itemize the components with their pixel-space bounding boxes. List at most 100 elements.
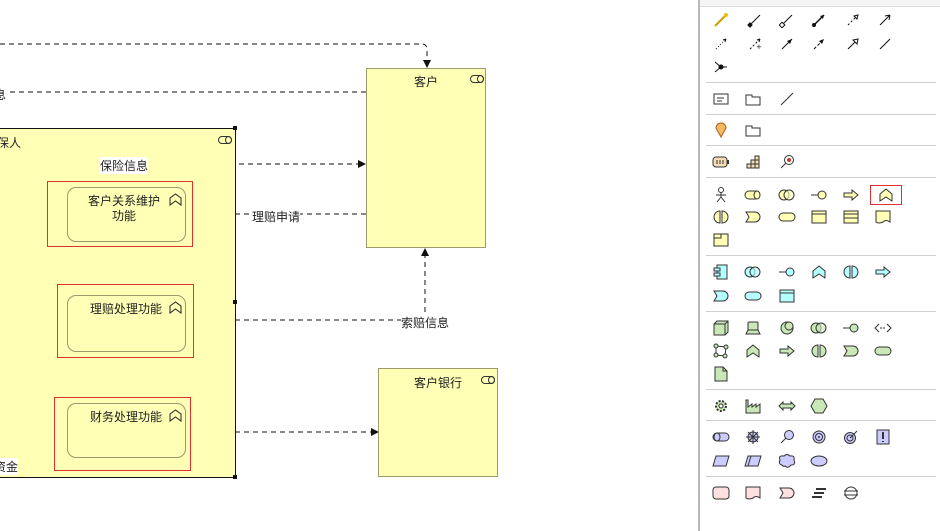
grouping-tool[interactable] — [742, 120, 764, 140]
palette-separator — [706, 476, 936, 477]
customer-bank-role-box[interactable]: 客户银行 — [378, 368, 498, 477]
artifact-tool[interactable] — [710, 364, 732, 384]
assessment-tool[interactable] — [776, 427, 798, 447]
edge-label-claim-info: 索赔信息 — [401, 314, 450, 331]
business-role-icon — [481, 376, 495, 384]
business-role-icon — [218, 136, 232, 144]
product-tool[interactable] — [710, 230, 732, 250]
application-event-tool[interactable] — [710, 286, 732, 306]
serving-tool[interactable] — [874, 10, 896, 30]
realization-tool[interactable] — [842, 10, 864, 30]
capability-tool[interactable] — [742, 152, 764, 172]
flow-top-to-customer — [0, 43, 431, 68]
application-process-tool[interactable] — [872, 262, 894, 282]
application-interface-tool[interactable] — [776, 262, 798, 282]
equipment-tool[interactable] — [710, 396, 732, 416]
data-object-tool[interactable] — [776, 286, 798, 306]
technology-process-tool[interactable] — [776, 341, 798, 361]
note-tool[interactable] — [710, 89, 732, 109]
palette-separator — [706, 420, 936, 421]
specialization-tool[interactable] — [842, 34, 864, 54]
customer-bank-title: 客户银行 — [414, 376, 463, 390]
application-collaboration-tool[interactable] — [742, 262, 764, 282]
requirement-tool[interactable] — [710, 451, 732, 471]
gap-tool[interactable] — [840, 483, 862, 503]
junction-tool[interactable] — [710, 57, 732, 77]
magic-connector-tool[interactable] — [710, 10, 732, 30]
application-service-tool[interactable] — [742, 286, 764, 306]
plateau-tool[interactable] — [808, 483, 830, 503]
business-function-icon — [169, 193, 182, 206]
association-tool[interactable] — [874, 34, 896, 54]
implementation-event-tool[interactable] — [776, 483, 798, 503]
business-event-tool[interactable] — [742, 207, 764, 227]
business-role-tool[interactable] — [742, 185, 764, 205]
technology-interaction-tool[interactable] — [808, 341, 830, 361]
value-tool[interactable] — [808, 451, 830, 471]
resource-tool[interactable] — [710, 152, 732, 172]
triggering-tool[interactable] — [776, 34, 798, 54]
group-tool[interactable] — [742, 89, 764, 109]
access-tool[interactable] — [710, 34, 732, 54]
application-interaction-tool[interactable] — [840, 262, 862, 282]
resize-handle[interactable] — [233, 126, 237, 130]
flow-tool[interactable] — [808, 34, 830, 54]
work-package-tool[interactable] — [710, 483, 732, 503]
representation-tool[interactable] — [872, 207, 894, 227]
business-function-icon — [169, 301, 182, 314]
business-interface-tool[interactable] — [808, 185, 830, 205]
business-process-tool[interactable] — [840, 185, 862, 205]
business-actor-tool[interactable] — [710, 185, 732, 205]
technology-collaboration-tool[interactable] — [808, 318, 830, 338]
material-tool[interactable] — [808, 396, 830, 416]
palette-separator — [706, 114, 936, 115]
technology-service-tool[interactable] — [872, 341, 894, 361]
distribution-network-tool[interactable] — [776, 396, 798, 416]
claim-function[interactable]: 理赔处理功能 — [67, 295, 186, 352]
business-interaction-tool[interactable] — [710, 207, 732, 227]
crm-function[interactable]: 客户关系维护 功能 — [67, 187, 186, 242]
insurer-title: 保人 — [0, 136, 22, 150]
technology-interface-tool[interactable] — [840, 318, 862, 338]
palette-separator — [706, 389, 936, 390]
aggregation-tool[interactable] — [776, 10, 798, 30]
deliverable-tool[interactable] — [742, 483, 764, 503]
driver-tool[interactable] — [742, 427, 764, 447]
technology-function-tool[interactable] — [742, 341, 764, 361]
palette-separator — [706, 255, 936, 256]
resize-handle[interactable] — [233, 475, 237, 479]
composition-tool[interactable] — [744, 10, 766, 30]
influence-tool[interactable]: + — [744, 34, 766, 54]
business-collaboration-tool[interactable] — [776, 185, 798, 205]
connection-tool[interactable] — [776, 89, 798, 109]
diagram-canvas[interactable]: 客户 保人 客户银行 客户关系维护 功能 理赔处理功能 财务处理功能 保险信息 … — [0, 0, 698, 531]
business-object-tool[interactable] — [808, 207, 830, 227]
meaning-tool[interactable] — [776, 451, 798, 471]
assignment-tool[interactable] — [808, 10, 830, 30]
constraint-tool[interactable] — [742, 451, 764, 471]
business-role-icon — [470, 75, 484, 83]
finance-function[interactable]: 财务处理功能 — [67, 403, 186, 458]
technology-event-tool[interactable] — [840, 341, 862, 361]
stakeholder-tool[interactable] — [710, 427, 732, 447]
location-tool[interactable] — [710, 120, 732, 140]
resize-handle[interactable] — [233, 300, 237, 304]
edge-label-insurance-info: 保险信息 — [100, 157, 149, 174]
application-component-tool[interactable] — [710, 262, 732, 282]
communication-network-tool[interactable] — [710, 341, 732, 361]
contract-tool[interactable] — [840, 207, 862, 227]
application-function-tool[interactable] — [808, 262, 830, 282]
system-software-tool[interactable] — [776, 318, 798, 338]
outcome-tool[interactable] — [840, 427, 862, 447]
node-tool[interactable] — [710, 318, 732, 338]
customer-role-box[interactable]: 客户 — [366, 68, 486, 248]
facility-tool[interactable] — [742, 396, 764, 416]
device-tool[interactable] — [742, 318, 764, 338]
principle-tool[interactable] — [872, 427, 894, 447]
business-function-tool[interactable] — [870, 185, 902, 205]
goal-tool[interactable] — [808, 427, 830, 447]
business-service-tool[interactable] — [776, 207, 798, 227]
course-of-action-tool[interactable] — [776, 152, 798, 172]
path-tool[interactable] — [872, 318, 894, 338]
palette-separator — [706, 145, 936, 146]
